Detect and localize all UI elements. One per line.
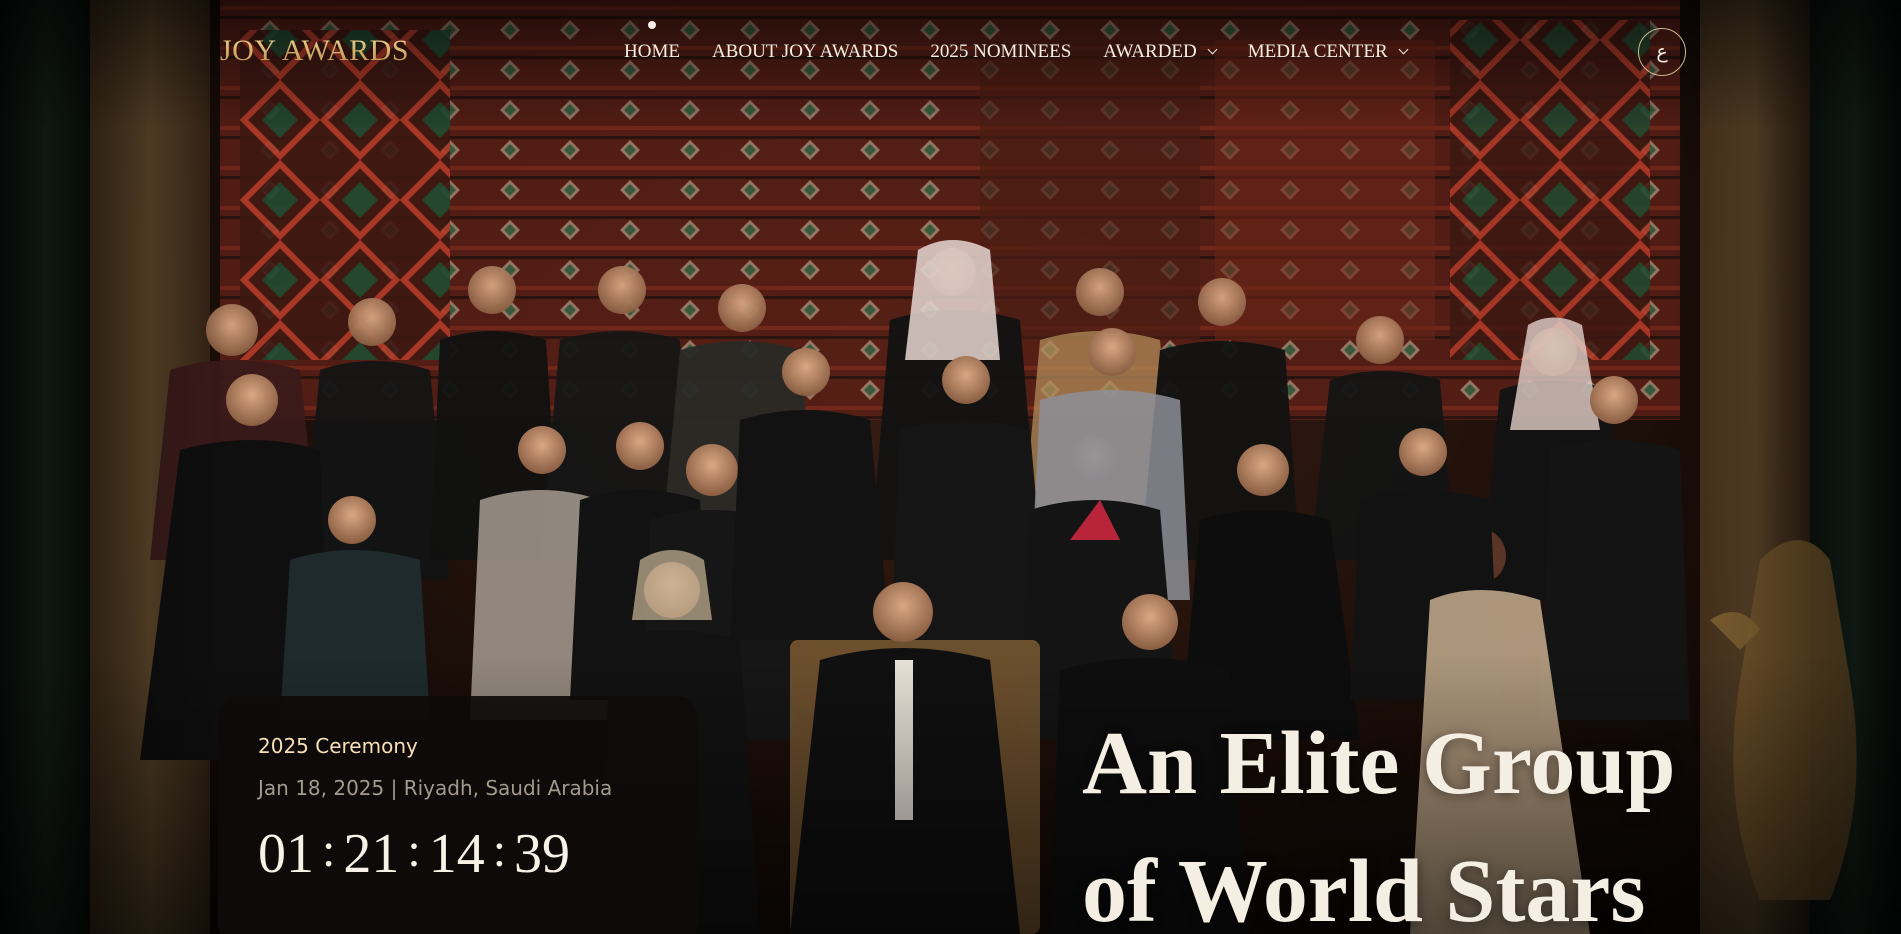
countdown-separator: : [322, 824, 336, 877]
countdown-hours: 21 [343, 823, 400, 885]
countdown-minutes: 14 [428, 823, 485, 885]
ceremony-countdown-card: 2025 Ceremony Jan 18, 2025 | Riyadh, Sau… [218, 696, 698, 934]
language-toggle-button[interactable]: ع [1638, 28, 1686, 76]
hero-headline: An Elite Group of World Stars [1082, 700, 1842, 934]
countdown-days: 01 [258, 823, 314, 885]
joy-awards-logo[interactable]: JOY AWARDS [220, 34, 409, 68]
ceremony-date-location: Jan 18, 2025 | Riyadh, Saudi Arabia [258, 776, 613, 800]
countdown-timer: 01 : 21 : 14 : 39 [258, 822, 658, 886]
nav-home-label: HOME [624, 41, 680, 62]
countdown-seconds: 39 [514, 823, 571, 885]
nav-about[interactable]: ABOUT JOY AWARDS [712, 41, 898, 63]
nav-media-center-label: MEDIA CENTER [1247, 41, 1388, 62]
main-nav: HOME ABOUT JOY AWARDS 2025 NOMINEES AWAR… [624, 21, 1439, 64]
active-indicator-dot [647, 21, 656, 29]
chevron-down-icon [1207, 44, 1218, 55]
nav-media-center[interactable]: MEDIA CENTER [1247, 41, 1409, 63]
nav-home[interactable]: HOME [624, 21, 680, 63]
nav-awarded-label: AWARDED [1103, 41, 1197, 62]
hero-headline-line-2: of World Stars [1082, 842, 1646, 934]
chevron-down-icon [1398, 44, 1409, 55]
countdown-separator: : [407, 824, 421, 877]
site-header: JOY AWARDS HOME ABOUT JOY AWARDS 2025 NO… [0, 0, 1901, 104]
nav-nominees-label: 2025 NOMINEES [930, 41, 1072, 62]
nav-nominees[interactable]: 2025 NOMINEES [930, 41, 1071, 63]
nav-awarded[interactable]: AWARDED [1103, 41, 1218, 63]
countdown-separator: : [492, 824, 507, 877]
nav-about-label: ABOUT JOY AWARDS [711, 41, 899, 62]
ceremony-title: 2025 Ceremony [258, 734, 418, 758]
hero-headline-line-1: An Elite Group [1082, 714, 1676, 813]
